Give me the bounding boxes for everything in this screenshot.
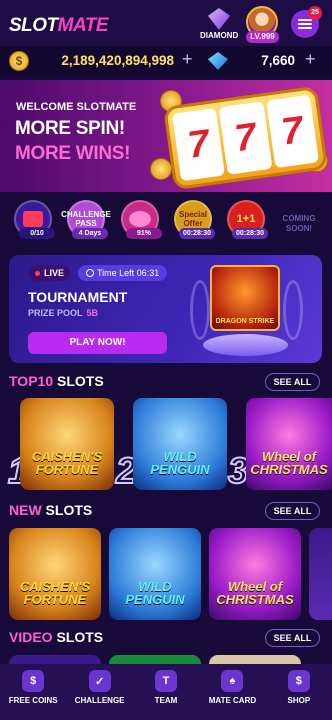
dragon-strike-title: DRAGON STRIKE xyxy=(215,318,275,325)
add-gems-button[interactable]: + xyxy=(305,49,316,70)
gem-balance: 7,660 xyxy=(261,53,295,68)
reel-seven: 7 xyxy=(265,94,320,169)
top10-section-title: TOP10 SLOTS xyxy=(9,373,104,389)
reel-seven: 7 xyxy=(218,101,273,175)
feature-tag: 4 Days xyxy=(72,228,108,239)
special-offer-icon: Special Offer 00:28:30 xyxy=(174,200,215,239)
bottom-nav: $ FREE COINS ✓ CHALLENGE T TEAM ♠ MATE C… xyxy=(0,664,332,720)
clock-icon xyxy=(86,269,94,277)
challenge-pass-icon: CHALLENGE PASS 4 Days xyxy=(61,200,111,239)
nav-challenge[interactable]: ✓ CHALLENGE xyxy=(66,664,132,720)
game-title: Wheel of CHRISTMAS xyxy=(216,579,294,607)
live-dot-icon xyxy=(35,271,40,277)
nav-free-coins[interactable]: $ FREE COINS xyxy=(0,664,66,720)
banner-welcome: WELCOME SLOTMATE xyxy=(16,101,137,113)
new-slots-section-title: NEW SLOTS xyxy=(9,502,93,518)
dollar-coin-icon: $ xyxy=(22,670,45,692)
time-left-badge: Time Left 06:31 xyxy=(78,265,168,281)
coin-balance: 2,189,420,894,998 xyxy=(61,53,174,68)
feature-one-plus-one[interactable]: 1+1 00:28:30 xyxy=(225,200,268,239)
play-now-button[interactable]: PLAY NOW! xyxy=(28,332,167,354)
game-tile-wild-penguin[interactable]: WILD PENGUIN xyxy=(109,528,201,620)
video-icon: 0/10 xyxy=(14,200,55,239)
team-t-icon: T xyxy=(155,670,178,692)
game-tile-wild-penguin[interactable]: WILD PENGUIN xyxy=(133,398,227,490)
game-title: CAISHEN'S FORTUNE xyxy=(31,449,103,477)
nav-label: FREE COINS xyxy=(8,696,58,705)
reel-seven: 7 xyxy=(171,107,226,182)
banner-line-1: MORE SPIN! xyxy=(15,118,125,139)
banner-line-2: MORE WINS! xyxy=(15,143,131,164)
checklist-icon: ✓ xyxy=(88,670,111,692)
app-logo: SLOTMATE xyxy=(9,15,109,36)
tournament-title: TOURNAMENT xyxy=(28,289,128,305)
laurel-left-icon xyxy=(190,280,210,340)
game-tile-partial[interactable] xyxy=(309,528,332,620)
coming-soon-label: COMING SOON! xyxy=(282,214,316,233)
diamond-icon xyxy=(208,8,230,30)
feature-tag: 00:28:30 xyxy=(179,228,215,239)
trophy-pedestal xyxy=(203,334,288,356)
nav-mate-card[interactable]: ♠ MATE CARD xyxy=(199,664,265,720)
feature-tag: 91% xyxy=(126,228,162,239)
game-title: Wheel of CHRISTMAS xyxy=(250,449,328,477)
nav-shop[interactable]: $ SHOP xyxy=(266,664,332,720)
feature-special-offer[interactable]: Special Offer 00:28:30 xyxy=(172,200,215,239)
video-slots-see-all-button[interactable]: SEE ALL xyxy=(265,629,320,647)
laurel-right-icon xyxy=(283,280,303,340)
diamond-label: DIAMOND xyxy=(200,31,239,40)
top10-see-all-button[interactable]: SEE ALL xyxy=(265,373,320,391)
feature-label: CHALLENGE PASS xyxy=(61,210,111,228)
diamond-vip-button[interactable]: DIAMOND xyxy=(200,8,238,44)
feature-video-reward[interactable]: 0/10 xyxy=(12,200,55,239)
nav-label: MATE CARD xyxy=(208,696,257,705)
nav-label: TEAM xyxy=(154,696,178,705)
game-tile-caishen[interactable]: CAISHEN'S FORTUNE xyxy=(9,528,101,620)
feature-challenge-pass[interactable]: CHALLENGE PASS 4 Days xyxy=(61,200,111,239)
level-badge: LV.999 xyxy=(246,31,279,43)
live-badge: LIVE xyxy=(29,265,71,281)
nav-team[interactable]: T TEAM xyxy=(133,664,199,720)
prize-pool: PRIZE POOL 5B xyxy=(28,308,99,318)
nav-label: CHALLENGE xyxy=(74,696,125,705)
gift-box-icon: 1+1 00:28:30 xyxy=(227,200,268,239)
game-tile-wheel-of-christmas[interactable]: Wheel of CHRISTMAS xyxy=(246,398,332,490)
feature-piggy-bank[interactable]: 91% xyxy=(119,200,162,239)
feature-label: 1+1 xyxy=(236,212,256,225)
game-title: WILD PENGUIN xyxy=(150,449,210,477)
feature-tag: 00:28:30 xyxy=(232,228,268,239)
game-tile-caishen[interactable]: CAISHEN'S FORTUNE xyxy=(20,398,114,490)
add-coins-button[interactable]: + xyxy=(182,49,193,70)
coin-icon: $ xyxy=(9,51,29,71)
menu-notification-badge: 25 xyxy=(308,6,322,20)
new-slots-see-all-button[interactable]: SEE ALL xyxy=(265,502,320,520)
game-title: CAISHEN'S FORTUNE xyxy=(19,579,91,607)
piggy-bank-icon: 91% xyxy=(121,200,162,239)
feature-tag: 0/10 xyxy=(19,228,55,239)
cards-icon: ♠ xyxy=(221,670,244,692)
game-tile-wheel-of-christmas[interactable]: Wheel of CHRISTMAS xyxy=(209,528,301,620)
shopping-bag-icon: $ xyxy=(287,670,310,692)
feature-label: Special Offer xyxy=(178,210,207,228)
game-title: WILD PENGUIN xyxy=(125,579,185,607)
coin-decoration-icon xyxy=(150,158,172,180)
video-slots-section-title: VIDEO SLOTS xyxy=(9,629,104,645)
nav-label: SHOP xyxy=(287,696,311,705)
